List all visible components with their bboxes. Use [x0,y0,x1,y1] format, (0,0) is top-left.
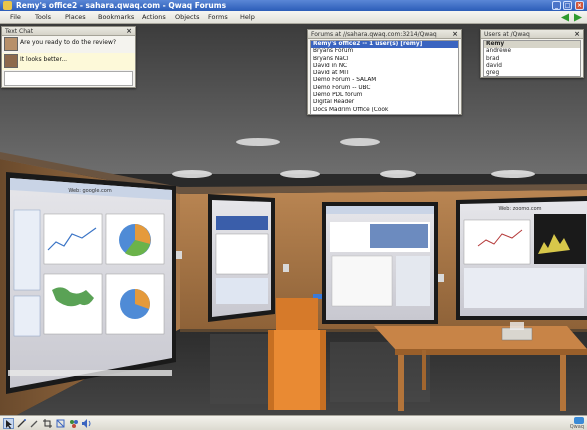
menu-forms[interactable]: Forms [208,13,228,21]
screen1-title: Web: google.com [68,188,112,194]
menu-actions[interactable]: Actions [142,13,166,21]
close-icon[interactable]: × [575,1,584,10]
text-chat-title: Text Chat [5,28,34,35]
screen4-title: Web: zoomo.com [498,206,541,212]
pen-tool-icon[interactable] [29,418,40,429]
chat-message: It looks better... [2,53,135,70]
menu-bar: File Tools Places Bookmarks Actions Obje… [0,11,587,24]
user-item[interactable]: david [484,63,580,70]
menu-help[interactable]: Help [240,13,255,21]
users-list[interactable]: Remy andrewe brad david greg [483,40,581,77]
status-badge: Qwaq [570,417,584,430]
pointer-tool-icon[interactable] [3,418,14,429]
chat-message-text: Are you ready to do the review? [20,39,117,46]
window-title-bar[interactable]: Remy's office2 - sahara.qwaq.com - Qwaq … [0,0,587,11]
forum-item[interactable]: David in NC [311,63,458,70]
forum-list[interactable]: Remy's office2 -- 1 user(s) [remy] Bryan… [310,40,459,115]
qwaq-logo-icon [574,417,584,424]
crop-tool-icon[interactable] [42,418,53,429]
forum-item[interactable]: Digital Reader [311,99,458,106]
chat-input[interactable] [4,71,133,86]
avatar [4,54,18,68]
user-item[interactable]: brad [484,56,580,63]
forums-panel: Forums at //sahara.qwaq.com:3214/Qwaq × … [307,29,462,115]
forward-arrow-icon[interactable] [573,13,583,22]
menu-bookmarks[interactable]: Bookmarks [98,13,134,21]
user-item[interactable]: greg [484,70,580,76]
transform-tool-icon[interactable] [55,418,66,429]
close-users-icon[interactable]: × [574,30,580,38]
forum-item[interactable]: Docs Madrim Office (Cook [311,107,458,114]
text-chat-panel: Text Chat × Are you ready to do the revi… [1,26,136,88]
forums-title: Forums at //sahara.qwaq.com:3214/Qwaq [311,31,437,38]
maximize-icon[interactable]: □ [563,1,572,10]
3d-forum-scene[interactable]: Web: google.com Web: zoomo.com Text Chat… [0,24,587,415]
app-icon [3,1,12,10]
window-title: Remy's office2 - sahara.qwaq.com - Qwaq … [16,1,227,10]
users-panel: Users at /Qwaq × Remy andrewe brad david… [480,29,584,78]
menu-file[interactable]: File [10,13,21,21]
chat-message: Are you ready to do the review? [2,36,135,53]
avatar [4,37,18,51]
forum-item[interactable]: Demo PDL forum [311,92,458,99]
draw-tool-icon[interactable] [16,418,27,429]
minimize-icon[interactable]: _ [552,1,561,10]
forum-item[interactable]: Remy's office2 -- 1 user(s) [remy] [311,41,458,49]
people-icon[interactable] [68,418,79,429]
menu-objects[interactable]: Objects [175,13,200,21]
menu-places[interactable]: Places [65,13,86,21]
forum-item[interactable]: Bryans NaCl [311,56,458,63]
user-item[interactable]: Remy [484,41,580,49]
forum-item[interactable]: Demo Forum - SALAM [311,77,458,84]
close-chat-icon[interactable]: × [126,27,132,35]
close-forums-icon[interactable]: × [452,30,458,38]
speaker-icon[interactable] [81,418,92,429]
users-title: Users at /Qwaq [484,31,530,38]
back-arrow-icon[interactable] [560,13,570,22]
forum-item[interactable]: Demo Forum -- UBC [311,85,458,92]
forum-item[interactable]: David at MIT [311,70,458,77]
menu-tools[interactable]: Tools [35,13,51,21]
forum-item[interactable]: Bryans Forum [311,48,458,55]
chat-message-text: It looks better... [20,56,68,63]
user-item[interactable]: andrewe [484,48,580,55]
bottom-toolbar: Qwaq [0,415,587,430]
